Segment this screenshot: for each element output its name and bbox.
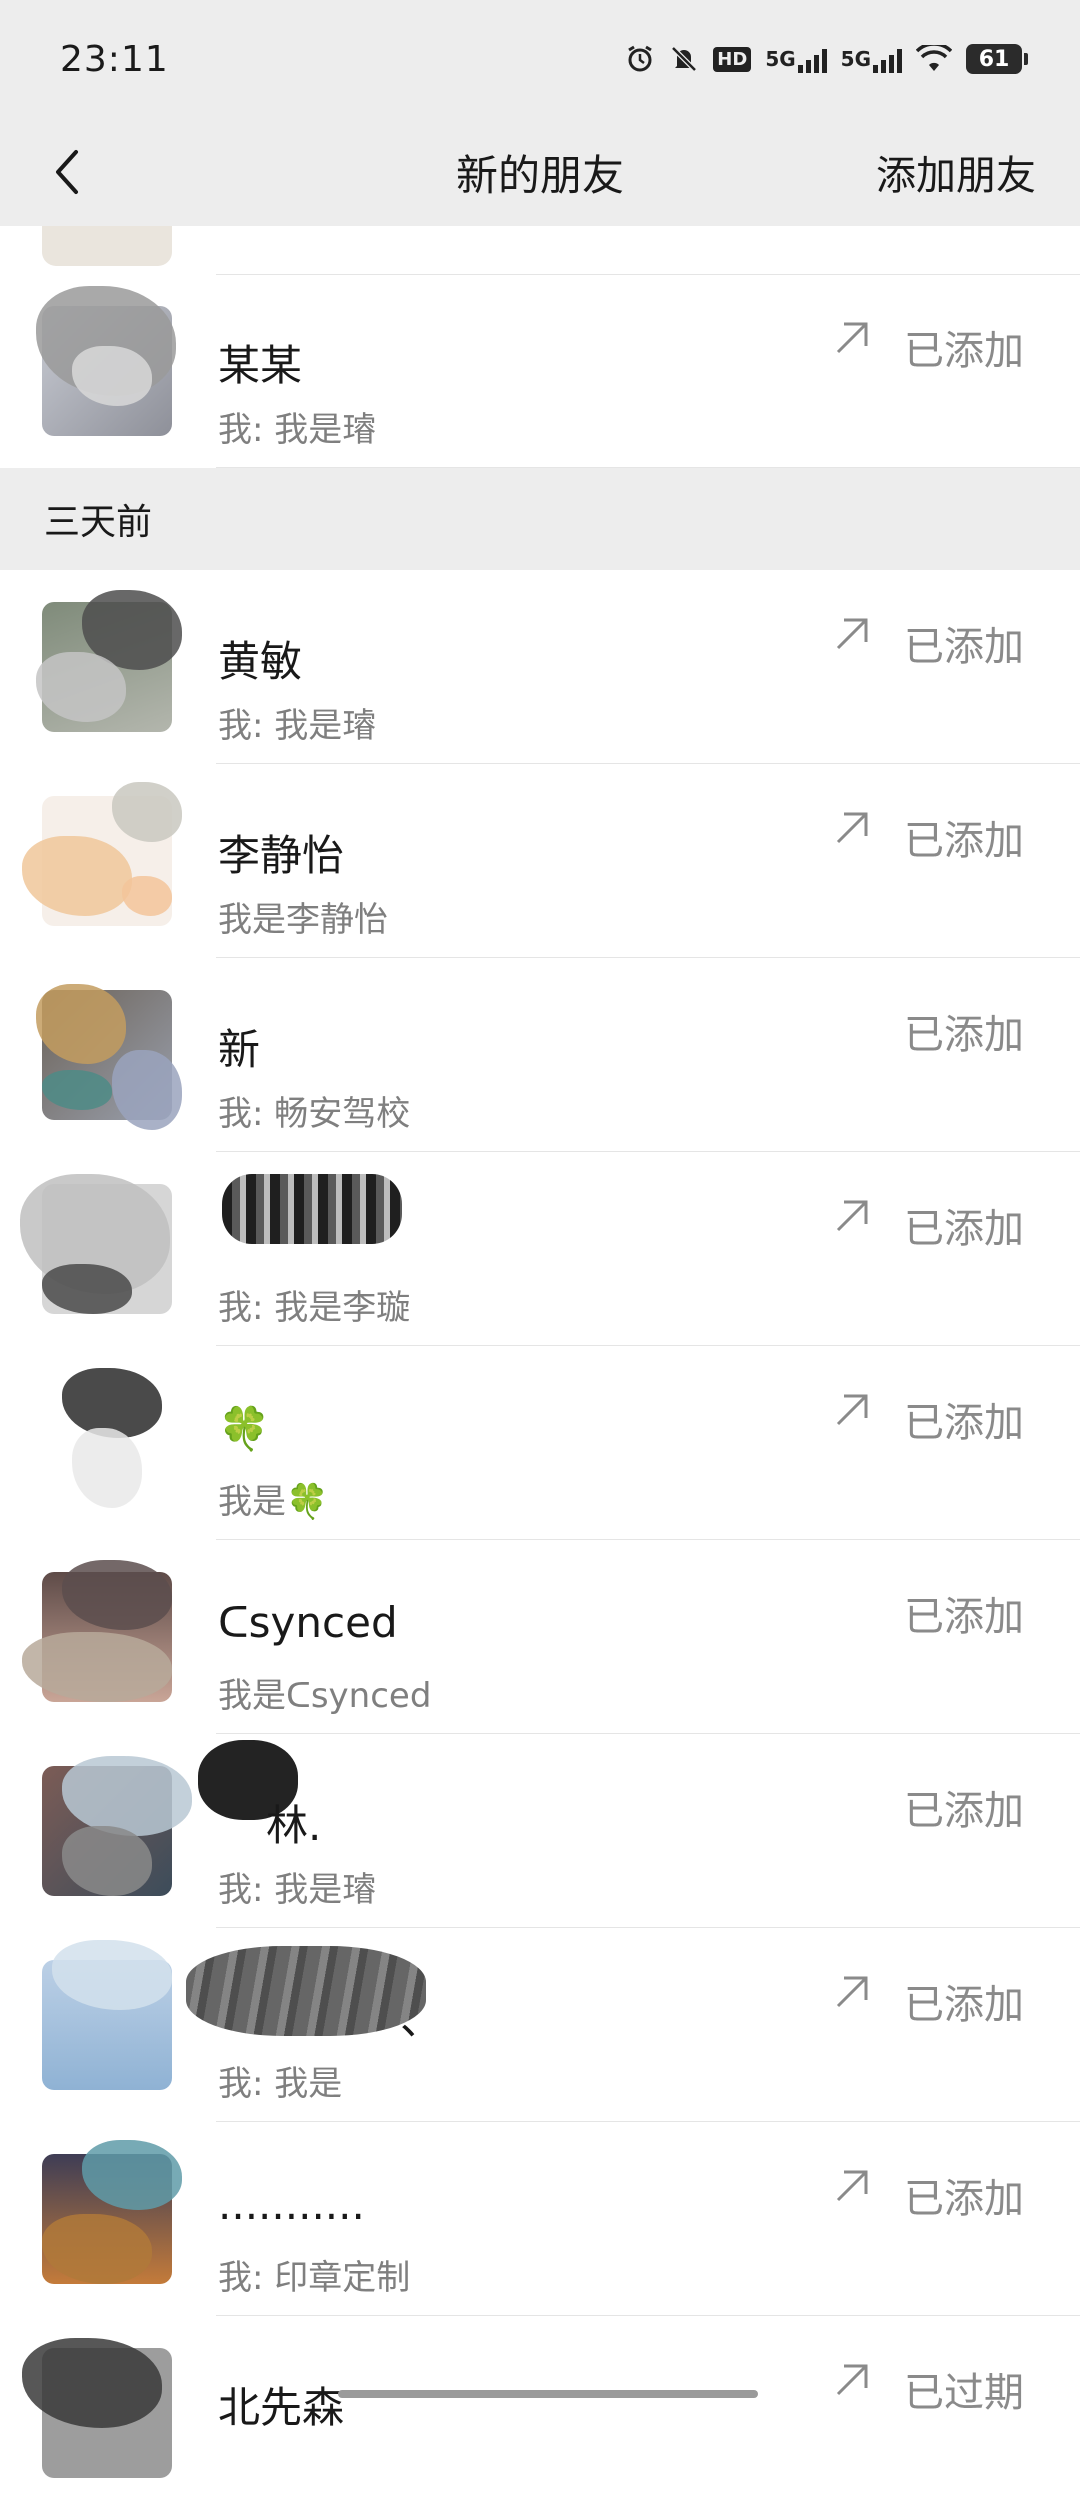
request-message: 我: 我是 [218,2064,343,2104]
contact-name: ᑕsynced [218,1598,398,1647]
divider [216,467,1080,468]
wifi-icon [916,45,952,73]
nav-bar: 新的朋友 添加朋友 [0,118,1080,226]
arrow-up-right-icon[interactable] [830,1194,874,1238]
avatar [42,226,172,266]
request-message: 我: 我是李璇 [218,1288,411,1328]
avatar [42,2140,182,2284]
status-label: 已添加 [904,1594,1024,1640]
add-friend-button[interactable]: 添加朋友 [876,143,1036,201]
arrow-up-right-icon[interactable] [830,1388,874,1432]
friend-request-list: 某某 我: 我是璿 已添加 三天前 黄敏 我: 我是璿 已添加 李静怡 我是李静… [0,226,1080,2510]
request-message: 我: 我是璿 [218,410,377,450]
contact-name: 某某 [218,341,303,390]
arrow-up-right-icon[interactable] [830,1970,874,2014]
contact-name: ........... [218,2180,365,2229]
request-message: 我: 印章定制 [218,2258,411,2298]
avatar [42,1940,172,2090]
request-message: 我: 我是璿 [218,706,377,746]
avatar [36,286,176,436]
redacted-name [222,1174,402,1244]
list-item-partial[interactable] [0,226,1080,274]
home-indicator[interactable] [338,2390,758,2398]
avatar [36,590,182,732]
status-icons: HD 5G 5G 61 [625,44,1028,74]
contact-name: 李静怡 [218,831,345,880]
contact-name: 黄敏 [218,637,303,686]
arrow-up-right-icon[interactable] [830,316,874,360]
status-bar: 23:11 HD 5G 5G 61 [0,0,1080,118]
status-label: 已添加 [904,2176,1024,2222]
arrow-up-right-icon[interactable] [830,2358,874,2402]
list-item[interactable]: 林. 我: 我是璿 已添加 [0,1734,1080,1928]
avatar [42,1756,192,1896]
avatar [22,2338,172,2478]
avatar [22,1560,172,1702]
arrow-up-right-icon[interactable] [830,2164,874,2208]
chevron-left-icon [56,150,78,194]
back-button[interactable] [36,140,100,204]
list-item[interactable]: 李静怡 我是李静怡 已添加 [0,764,1080,958]
hd-icon: HD [713,46,752,72]
status-label: 已添加 [904,1206,1024,1252]
list-item[interactable]: 我: 我是李璇 已添加 [0,1152,1080,1346]
status-label: 已添加 [904,624,1024,670]
contact-name: 北先森 [218,2383,345,2432]
list-item[interactable]: 新 我: 畅安驾校 已添加 [0,958,1080,1152]
list-item[interactable]: ᑕsynced 我是ᑕsynced 已添加 [0,1540,1080,1734]
status-label: 已添加 [904,1982,1024,2028]
section-header: 三天前 [0,468,1080,570]
avatar [22,782,182,926]
contact-name: 、 [400,1995,443,2044]
arrow-up-right-icon[interactable] [830,612,874,656]
contact-name: 新 [218,1025,261,1074]
list-item[interactable]: 🍀 我是🍀 已添加 [0,1346,1080,1540]
list-item[interactable]: ........... 我: 印章定制 已添加 [0,2122,1080,2316]
arrow-up-right-icon[interactable] [830,806,874,850]
contact-name: 🍀 [218,1404,271,1453]
bell-muted-icon [669,44,699,74]
alarm-icon [625,44,655,74]
avatar [20,1174,172,1314]
avatar [42,1368,172,1508]
redacted-name [186,1946,426,2036]
request-message: 我是李静怡 [218,900,388,940]
status-label: 已添加 [904,328,1024,374]
status-label: 已过期 [904,2370,1024,2416]
5g-signal-icon: 5G [765,45,827,73]
status-label: 已添加 [904,1400,1024,1446]
request-message: 我: 我是璿 [218,1870,377,1910]
avatar [36,984,182,1130]
list-item[interactable]: 某某 我: 我是璿 已添加 [0,274,1080,468]
status-label: 已添加 [904,1788,1024,1834]
status-time: 23:11 [60,38,169,80]
list-item[interactable]: 、 我: 我是 已添加 [0,1928,1080,2122]
list-item[interactable]: 黄敏 我: 我是璿 已添加 [0,570,1080,764]
5g-signal-icon: 5G [841,45,902,73]
status-label: 已添加 [904,1012,1024,1058]
request-message: 我是ᑕsynced [218,1676,432,1716]
request-message: 我是🍀 [218,1482,329,1522]
contact-name: 林. [266,1801,322,1850]
list-item[interactable]: 北先森 已过期 [0,2316,1080,2510]
request-message: 我: 畅安驾校 [218,1094,411,1134]
battery-indicator: 61 [966,44,1028,74]
status-label: 已添加 [904,818,1024,864]
